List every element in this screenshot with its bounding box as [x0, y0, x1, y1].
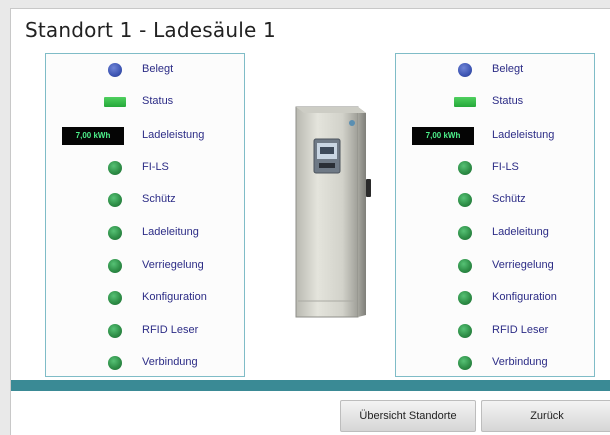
- status-bar-icon: [454, 97, 476, 107]
- right-occupied-label: Belegt: [492, 63, 524, 75]
- fils-led-icon: [108, 161, 122, 175]
- connection-led-icon: [458, 356, 472, 370]
- config-led-icon: [108, 291, 122, 305]
- right-power-indicator: 7,00 kWh: [396, 126, 492, 146]
- right-socket-panel: Belegt Status 7,00 kWh Ladeleistung FI-L…: [395, 53, 595, 377]
- right-connection-indicator: [396, 353, 492, 373]
- left-fils-label: FI-LS: [142, 161, 169, 173]
- right-contactor-label: Schütz: [492, 193, 526, 205]
- cable-led-icon: [108, 226, 122, 240]
- left-lock-row: Verriegelung: [46, 256, 244, 276]
- contactor-led-icon: [458, 193, 472, 207]
- right-cable-row: Ladeleitung: [396, 223, 594, 243]
- config-led-icon: [458, 291, 472, 305]
- right-fils-row: FI-LS: [396, 158, 594, 178]
- left-fils-indicator: [46, 158, 142, 178]
- left-power-label: Ladeleistung: [142, 129, 205, 141]
- right-occupied-indicator: [396, 60, 492, 80]
- right-config-label: Konfiguration: [492, 291, 557, 303]
- right-contactor-row: Schütz: [396, 190, 594, 210]
- left-power-row: 7,00 kWh Ladeleistung: [46, 126, 244, 146]
- lock-led-icon: [108, 259, 122, 273]
- right-status-indicator: [396, 92, 492, 112]
- contactor-led-icon: [108, 193, 122, 207]
- left-cable-indicator: [46, 223, 142, 243]
- left-socket-panel: Belegt Status 7,00 kWh Ladeleistung FI-L…: [45, 53, 245, 377]
- right-fils-indicator: [396, 158, 492, 178]
- right-rfid-label: RFID Leser: [492, 324, 549, 336]
- right-lock-row: Verriegelung: [396, 256, 594, 276]
- left-config-label: Konfiguration: [142, 291, 207, 303]
- left-power-value: 7,00 kWh: [62, 127, 124, 145]
- station-window: Standort 1 - Ladesäule 1 Belegt Status 7…: [10, 8, 610, 435]
- fils-led-icon: [458, 161, 472, 175]
- right-config-row: Konfiguration: [396, 288, 594, 308]
- page-title: Standort 1 - Ladesäule 1: [25, 18, 276, 42]
- connection-led-icon: [108, 356, 122, 370]
- right-lock-label: Verriegelung: [492, 259, 554, 271]
- left-rfid-indicator: [46, 321, 142, 341]
- right-occupied-row: Belegt: [396, 60, 594, 80]
- right-lock-indicator: [396, 256, 492, 276]
- left-cable-row: Ladeleitung: [46, 223, 244, 243]
- left-contactor-row: Schütz: [46, 190, 244, 210]
- occupied-led-icon: [108, 63, 122, 77]
- right-cable-indicator: [396, 223, 492, 243]
- occupied-led-icon: [458, 63, 472, 77]
- left-status-indicator: [46, 92, 142, 112]
- rfid-led-icon: [108, 324, 122, 338]
- left-occupied-indicator: [46, 60, 142, 80]
- left-connection-row: Verbindung: [46, 353, 244, 373]
- right-rfid-row: RFID Leser: [396, 321, 594, 341]
- left-cable-label: Ladeleitung: [142, 226, 199, 238]
- left-occupied-label: Belegt: [142, 63, 174, 75]
- right-status-row: Status: [396, 92, 594, 112]
- right-power-label: Ladeleistung: [492, 129, 555, 141]
- left-contactor-indicator: [46, 190, 142, 210]
- right-connection-row: Verbindung: [396, 353, 594, 373]
- rfid-led-icon: [458, 324, 472, 338]
- left-connection-label: Verbindung: [142, 356, 198, 368]
- left-status-label: Status: [142, 95, 174, 107]
- left-contactor-label: Schütz: [142, 193, 176, 205]
- right-status-label: Status: [492, 95, 524, 107]
- left-power-indicator: 7,00 kWh: [46, 126, 142, 146]
- left-lock-indicator: [46, 256, 142, 276]
- right-config-indicator: [396, 288, 492, 308]
- overview-locations-button[interactable]: Übersicht Standorte: [340, 400, 476, 432]
- right-fils-label: FI-LS: [492, 161, 519, 173]
- right-connection-label: Verbindung: [492, 356, 548, 368]
- cable-led-icon: [458, 226, 472, 240]
- back-button[interactable]: Zurück: [481, 400, 610, 432]
- left-rfid-row: RFID Leser: [46, 321, 244, 341]
- left-occupied-row: Belegt: [46, 60, 244, 80]
- divider-bar: [11, 380, 610, 391]
- right-contactor-indicator: [396, 190, 492, 210]
- right-power-value: 7,00 kWh: [412, 127, 474, 145]
- left-rfid-label: RFID Leser: [142, 324, 199, 336]
- lock-led-icon: [458, 259, 472, 273]
- left-fils-row: FI-LS: [46, 158, 244, 178]
- right-rfid-indicator: [396, 321, 492, 341]
- left-config-indicator: [46, 288, 142, 308]
- charging-station-icon: [286, 101, 376, 323]
- right-cable-label: Ladeleitung: [492, 226, 549, 238]
- right-power-row: 7,00 kWh Ladeleistung: [396, 126, 594, 146]
- left-config-row: Konfiguration: [46, 288, 244, 308]
- left-lock-label: Verriegelung: [142, 259, 204, 271]
- status-bar-icon: [104, 97, 126, 107]
- left-status-row: Status: [46, 92, 244, 112]
- left-connection-indicator: [46, 353, 142, 373]
